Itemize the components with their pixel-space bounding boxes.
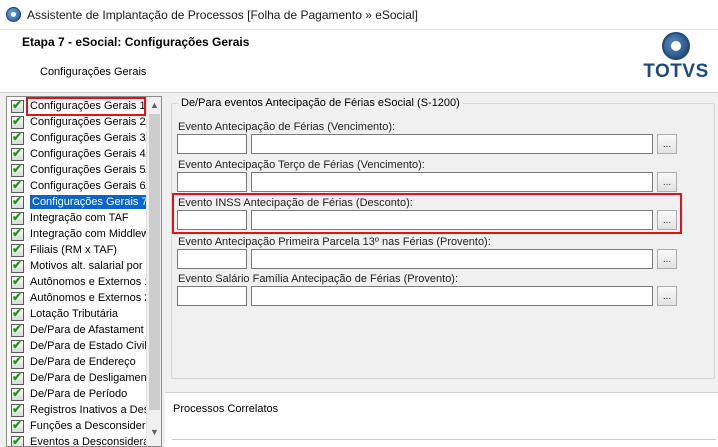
step-item-label: Integração com Middlew bbox=[30, 228, 148, 240]
step-item-label: De/Para de Endereço bbox=[30, 356, 136, 368]
step-item[interactable]: Lotação Tributária bbox=[7, 306, 148, 322]
step-item[interactable]: Configurações Gerais 2/ bbox=[7, 114, 148, 130]
checkbox-checked-icon[interactable] bbox=[11, 402, 24, 417]
step-item-label: Filiais (RM x TAF) bbox=[30, 244, 117, 256]
step-item-label: Eventos a Desconsidera bbox=[30, 436, 148, 447]
checkbox-checked-icon[interactable] bbox=[11, 210, 24, 225]
checkbox-checked-icon[interactable] bbox=[11, 338, 24, 353]
step-item-label: Lotação Tributária bbox=[30, 308, 119, 320]
field-highlight-box bbox=[172, 193, 682, 234]
step-item-label: Configurações Gerais 5/ bbox=[30, 164, 148, 176]
step-item-label: Configurações Gerais 2/ bbox=[30, 116, 148, 128]
checkbox-checked-icon[interactable] bbox=[11, 162, 24, 177]
step-item-label: Funções a Desconsidera bbox=[30, 420, 148, 432]
checkbox-checked-icon[interactable] bbox=[11, 178, 24, 193]
scroll-thumb[interactable] bbox=[149, 114, 160, 410]
step-item-label: Configurações Gerais 7 bbox=[29, 194, 151, 210]
step-item[interactable]: Integração com TAF bbox=[7, 210, 148, 226]
checkbox-checked-icon[interactable] bbox=[11, 226, 24, 241]
step-item-label: Autônomos e Externos 1 bbox=[30, 276, 148, 288]
step-subtitle: Configurações Gerais bbox=[40, 66, 147, 78]
step-item[interactable]: Integração com Middlew bbox=[7, 226, 148, 242]
step-item-label: De/Para de Afastament bbox=[30, 324, 144, 336]
event-description-input[interactable] bbox=[251, 249, 653, 269]
checkbox-checked-icon[interactable] bbox=[11, 274, 24, 289]
step-item-label: Integração com TAF bbox=[30, 212, 129, 224]
window-titlebar: Assistente de Implantação de Processos [… bbox=[0, 0, 718, 30]
step-item-label: Configurações Gerais 6/ bbox=[30, 180, 148, 192]
step-item[interactable]: Autônomos e Externos 2 bbox=[7, 290, 148, 306]
event-code-input[interactable] bbox=[177, 134, 247, 154]
checkbox-checked-icon[interactable] bbox=[11, 370, 24, 385]
divider bbox=[172, 439, 716, 440]
window-title: Assistente de Implantação de Processos [… bbox=[27, 7, 418, 22]
field-label: Evento Salário Família Antecipação de Fé… bbox=[178, 273, 459, 285]
step-item[interactable]: Configurações Gerais 5/ bbox=[7, 162, 148, 178]
lookup-button[interactable]: ... bbox=[657, 286, 677, 306]
scroll-down-icon[interactable]: ▼ bbox=[147, 424, 161, 439]
checkbox-checked-icon[interactable] bbox=[11, 354, 24, 369]
selected-item-highlight bbox=[26, 97, 146, 116]
step-item-selected[interactable]: Configurações Gerais 7 bbox=[7, 194, 151, 210]
step-title: Etapa 7 - eSocial: Configurações Gerais bbox=[22, 35, 250, 49]
event-code-input[interactable] bbox=[177, 286, 247, 306]
lookup-button[interactable]: ... bbox=[657, 172, 677, 192]
app-icon bbox=[6, 7, 21, 22]
lookup-button[interactable]: ... bbox=[657, 134, 677, 154]
checkbox-checked-icon[interactable] bbox=[11, 242, 24, 257]
lookup-button[interactable]: ... bbox=[657, 249, 677, 269]
event-description-input[interactable] bbox=[251, 286, 653, 306]
step-item[interactable]: De/Para de Estado Civil bbox=[7, 338, 148, 354]
step-item[interactable]: De/Para de Endereço bbox=[7, 354, 148, 370]
checkbox-checked-icon[interactable] bbox=[11, 194, 24, 209]
step-item[interactable]: Motivos alt. salarial por bbox=[7, 258, 148, 274]
step-item[interactable]: Eventos a Desconsidera bbox=[7, 434, 148, 447]
step-item[interactable]: De/Para de Desligament bbox=[7, 370, 148, 386]
checkbox-checked-icon[interactable] bbox=[11, 114, 24, 129]
checkbox-checked-icon[interactable] bbox=[11, 306, 24, 321]
checkbox-checked-icon[interactable] bbox=[11, 418, 24, 433]
step-item[interactable]: De/Para de Afastament bbox=[7, 322, 148, 338]
field-label: Evento Antecipação Terço de Férias (Venc… bbox=[178, 159, 425, 171]
step-item-label: Motivos alt. salarial por bbox=[30, 260, 143, 272]
related-processes-title: Processos Correlatos bbox=[173, 403, 279, 415]
step-item-label: Autônomos e Externos 2 bbox=[30, 292, 148, 304]
totvs-logo-icon bbox=[662, 32, 690, 60]
event-description-input[interactable] bbox=[251, 134, 653, 154]
wizard-header: Etapa 7 - eSocial: Configurações Gerais … bbox=[0, 30, 718, 93]
field-label: Evento Antecipação de Férias (Vencimento… bbox=[178, 121, 396, 133]
checkbox-checked-icon[interactable] bbox=[11, 322, 24, 337]
totvs-logo-text: TOTVS bbox=[643, 61, 709, 82]
step-item-label: De/Para de Desligament bbox=[30, 372, 148, 384]
group-legend: De/Para eventos Antecipação de Férias eS… bbox=[178, 97, 463, 109]
step-item[interactable]: Autônomos e Externos 1 bbox=[7, 274, 148, 290]
event-code-input[interactable] bbox=[177, 249, 247, 269]
step-item-label: De/Para de Período bbox=[30, 388, 128, 400]
checkbox-checked-icon[interactable] bbox=[11, 146, 24, 161]
checkbox-checked-icon[interactable] bbox=[11, 98, 24, 113]
step-item[interactable]: De/Para de Período bbox=[7, 386, 148, 402]
checkbox-checked-icon[interactable] bbox=[11, 386, 24, 401]
step-item[interactable]: Configurações Gerais 3/ bbox=[7, 130, 148, 146]
step-item-label: Configurações Gerais 4/ bbox=[30, 148, 148, 160]
event-description-input[interactable] bbox=[251, 172, 653, 192]
step-list[interactable]: Configurações Gerais 1/ Configurações Ge… bbox=[6, 96, 162, 447]
scroll-up-icon[interactable]: ▲ bbox=[147, 97, 161, 112]
checkbox-checked-icon[interactable] bbox=[11, 290, 24, 305]
step-item-label: Configurações Gerais 3/ bbox=[30, 132, 148, 144]
step-list-scrollbar[interactable]: ▲ ▼ bbox=[146, 97, 161, 446]
checkbox-checked-icon[interactable] bbox=[11, 258, 24, 273]
step-item[interactable]: Filiais (RM x TAF) bbox=[7, 242, 148, 258]
step-item-label: De/Para de Estado Civil bbox=[30, 340, 147, 352]
step-item[interactable]: Funções a Desconsidera bbox=[7, 418, 148, 434]
totvs-logo: TOTVS bbox=[643, 32, 709, 92]
event-code-input[interactable] bbox=[177, 172, 247, 192]
step-item[interactable]: Registros Inativos a Des bbox=[7, 402, 148, 418]
step-item[interactable]: Configurações Gerais 6/ bbox=[7, 178, 148, 194]
checkbox-checked-icon[interactable] bbox=[11, 434, 24, 446]
step-item-label: Registros Inativos a Des bbox=[30, 404, 148, 416]
checkbox-checked-icon[interactable] bbox=[11, 130, 24, 145]
step-item[interactable]: Configurações Gerais 4/ bbox=[7, 146, 148, 162]
field-label: Evento Antecipação Primeira Parcela 13º … bbox=[178, 236, 491, 248]
